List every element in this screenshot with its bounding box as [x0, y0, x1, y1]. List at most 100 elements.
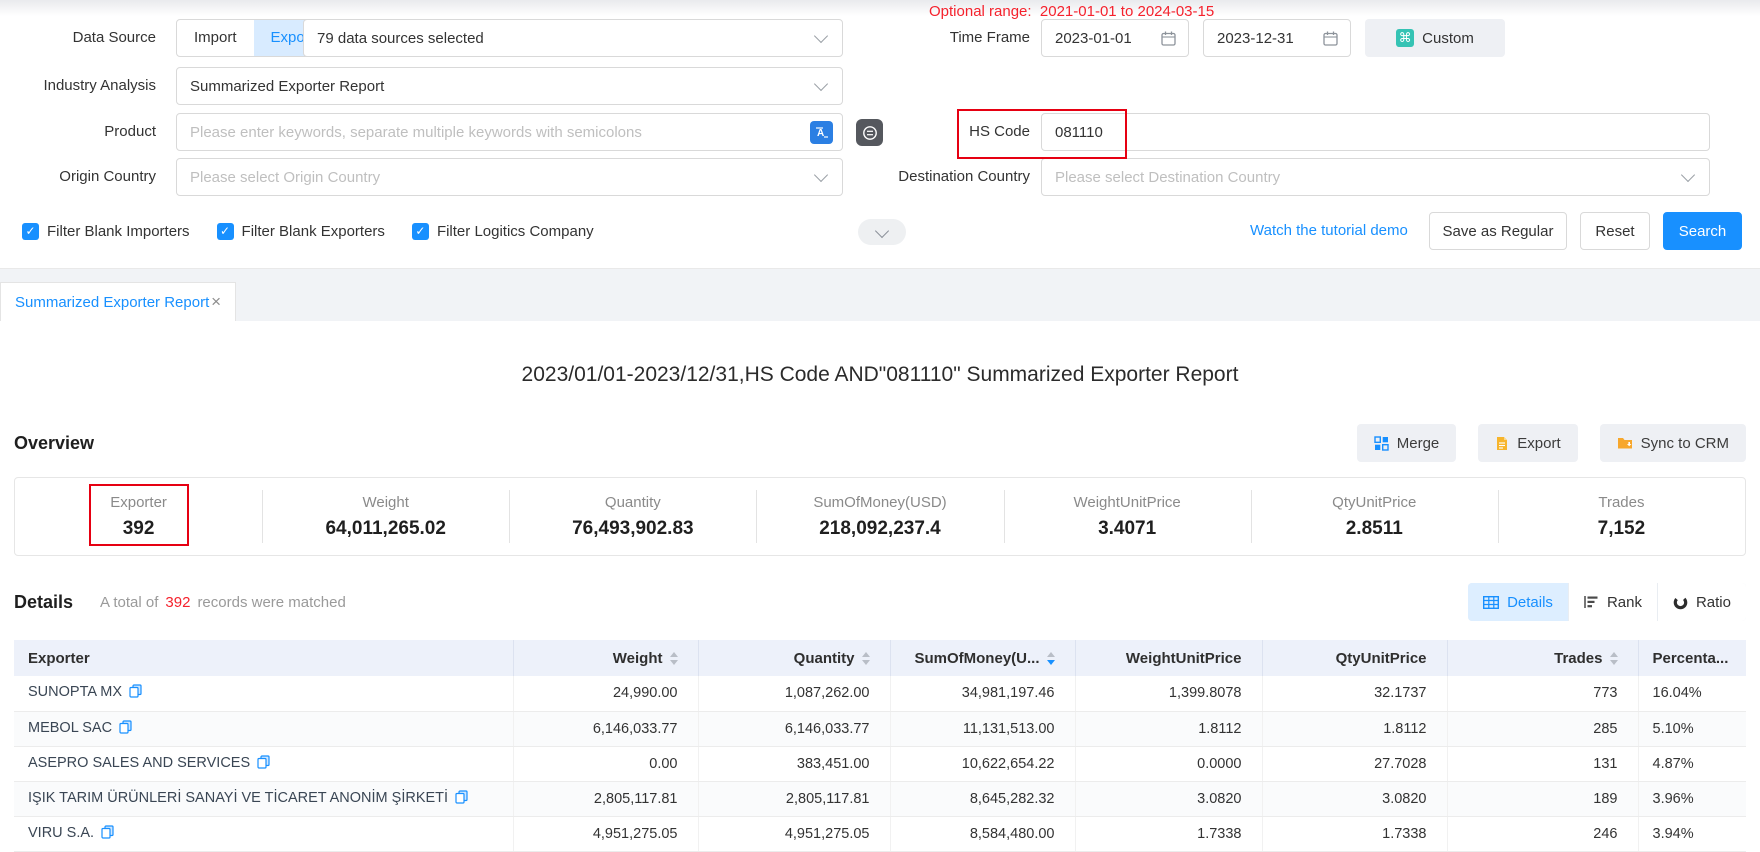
stat-weightunitprice: WeightUnitPrice 3.4071 — [1004, 478, 1251, 555]
exporter-cell: SUNOPTA MX — [14, 676, 513, 711]
view-details-button[interactable]: Details — [1468, 583, 1568, 621]
export-button[interactable]: Export — [1478, 424, 1577, 462]
column-header[interactable]: Quantity — [698, 640, 890, 676]
stat-label: SumOfMoney(USD) — [813, 494, 946, 511]
copy-icon[interactable] — [129, 684, 142, 702]
reset-button[interactable]: Reset — [1580, 212, 1650, 250]
translate-icon[interactable]: A — [810, 121, 833, 144]
checkbox-filter-logitics-company[interactable]: ✓ Filter Logitics Company — [412, 223, 594, 240]
trade-data-app: { "icons": { "check": "✓", "custom_glyph… — [0, 0, 1760, 849]
industry-analysis-select[interactable]: Summarized Exporter Report — [176, 67, 843, 105]
destination-country-select[interactable]: Please select Destination Country — [1041, 158, 1710, 196]
column-header[interactable]: Trades — [1447, 640, 1638, 676]
stat-exporter: Exporter392 — [15, 478, 262, 555]
chevron-down-icon — [875, 223, 889, 237]
exporter-link[interactable]: VIRU S.A. — [28, 825, 94, 841]
column-header: Percenta... — [1638, 640, 1746, 676]
record-count: 392 — [165, 594, 190, 611]
sort-icon[interactable] — [670, 652, 678, 665]
table-row: ASEPRO SALES AND SERVICES0.00383,451.001… — [14, 746, 1746, 781]
exporter-link[interactable]: ASEPRO SALES AND SERVICES — [28, 755, 250, 771]
cell: 3.0820 — [1075, 781, 1262, 816]
tutorial-demo-link[interactable]: Watch the tutorial demo — [1250, 212, 1408, 250]
column-header: QtyUnitPrice — [1262, 640, 1447, 676]
stat-label: Exporter — [110, 494, 167, 511]
export-file-icon — [1495, 436, 1509, 451]
custom-range-button[interactable]: ⌘ Custom — [1365, 19, 1505, 57]
column-label: Quantity — [794, 650, 855, 667]
view-ratio-button[interactable]: Ratio — [1658, 583, 1746, 621]
copy-icon[interactable] — [119, 720, 132, 738]
copy-icon[interactable] — [101, 825, 114, 843]
details-table: ExporterWeightQuantitySumOfMoney(U...Wei… — [14, 640, 1746, 852]
custom-icon: ⌘ — [1396, 29, 1414, 47]
view-rank-button[interactable]: Rank — [1569, 583, 1657, 621]
exporter-cell: VIRU S.A. — [14, 816, 513, 851]
start-date-input[interactable]: 2023-01-01 — [1041, 19, 1189, 57]
product-keywords-input[interactable] — [176, 113, 843, 151]
time-frame-label: Time Frame — [860, 19, 1030, 57]
exporter-cell: MEBOL SAC — [14, 711, 513, 746]
stat-label: WeightUnitPrice — [1074, 494, 1181, 511]
sort-icon[interactable] — [1047, 652, 1055, 665]
table-header-row: ExporterWeightQuantitySumOfMoney(U...Wei… — [14, 640, 1746, 676]
view-switch: Details Rank Ratio — [1468, 583, 1746, 621]
sort-icon[interactable] — [1610, 652, 1618, 665]
stat-value: 76,493,902.83 — [572, 518, 694, 540]
exporter-link[interactable]: MEBOL SAC — [28, 720, 112, 736]
sort-icon[interactable] — [862, 652, 870, 665]
merge-button[interactable]: Merge — [1357, 424, 1457, 462]
exporter-link[interactable]: IŞIK TARIM ÜRÜNLERİ SANAYİ VE TİCARET AN… — [28, 790, 448, 806]
cell: 1.7338 — [1075, 816, 1262, 851]
stat-quantity: Quantity 76,493,902.83 — [509, 478, 756, 555]
cell: 8,584,480.00 — [890, 816, 1075, 851]
stat-label: QtyUnitPrice — [1332, 494, 1416, 511]
stat-value: 7,152 — [1598, 518, 1646, 540]
cell: 0.0000 — [1075, 746, 1262, 781]
column-label: Weight — [613, 650, 663, 667]
column-header[interactable]: SumOfMoney(U... — [890, 640, 1075, 676]
stat-label: Trades — [1598, 494, 1644, 511]
import-toggle-button[interactable]: Import — [177, 20, 254, 56]
cell: 4,951,275.05 — [513, 816, 698, 851]
close-icon[interactable]: × — [211, 292, 221, 312]
folder-sync-icon — [1617, 436, 1633, 450]
checkbox-checked-icon: ✓ — [22, 223, 39, 240]
copy-icon[interactable] — [257, 755, 270, 773]
column-label: Percenta... — [1653, 650, 1729, 667]
end-date-input[interactable]: 2023-12-31 — [1203, 19, 1351, 57]
data-sources-select[interactable]: 79 data sources selected — [303, 19, 843, 57]
hs-code-input[interactable] — [1041, 113, 1710, 151]
checkbox-filter-blank-importers[interactable]: ✓ Filter Blank Importers — [22, 223, 190, 240]
save-as-regular-button[interactable]: Save as Regular — [1429, 212, 1567, 250]
cell: 24,990.00 — [513, 676, 698, 711]
tab-summarized-exporter-report[interactable]: Summarized Exporter Report × — [0, 282, 236, 321]
cell: 32.1737 — [1262, 676, 1447, 711]
cell: 1.8112 — [1075, 711, 1262, 746]
stat-value: 3.4071 — [1098, 518, 1156, 540]
table-row: SUNOPTA MX24,990.001,087,262.0034,981,19… — [14, 676, 1746, 711]
cell: 189 — [1447, 781, 1638, 816]
data-source-label: Data Source — [0, 19, 156, 57]
exporter-link[interactable]: SUNOPTA MX — [28, 684, 122, 700]
optional-range-hint: Optional range: 2021-01-01 to 2024-03-15 — [929, 3, 1214, 20]
copy-icon[interactable] — [455, 790, 468, 808]
expand-filters-button[interactable] — [858, 219, 906, 245]
sync-to-crm-button[interactable]: Sync to CRM — [1600, 424, 1746, 462]
search-button[interactable]: Search — [1663, 212, 1742, 250]
cell: 1,399.8078 — [1075, 676, 1262, 711]
chevron-down-icon — [814, 29, 828, 43]
table-row: MEBOL SAC6,146,033.776,146,033.7711,131,… — [14, 711, 1746, 746]
checkbox-filter-blank-exporters[interactable]: ✓ Filter Blank Exporters — [217, 223, 385, 240]
column-label: SumOfMoney(U... — [914, 650, 1039, 667]
cell: 11,131,513.00 — [890, 711, 1075, 746]
cell: 285 — [1447, 711, 1638, 746]
column-header[interactable]: Weight — [513, 640, 698, 676]
table-row: IŞIK TARIM ÜRÜNLERİ SANAYİ VE TİCARET AN… — [14, 781, 1746, 816]
origin-country-select[interactable]: Please select Origin Country — [176, 158, 843, 196]
cell: 5.10% — [1638, 711, 1746, 746]
cell: 10,622,654.22 — [890, 746, 1075, 781]
stat-label: Quantity — [605, 494, 661, 511]
column-label: Exporter — [28, 650, 90, 667]
details-heading: Details — [14, 592, 73, 613]
